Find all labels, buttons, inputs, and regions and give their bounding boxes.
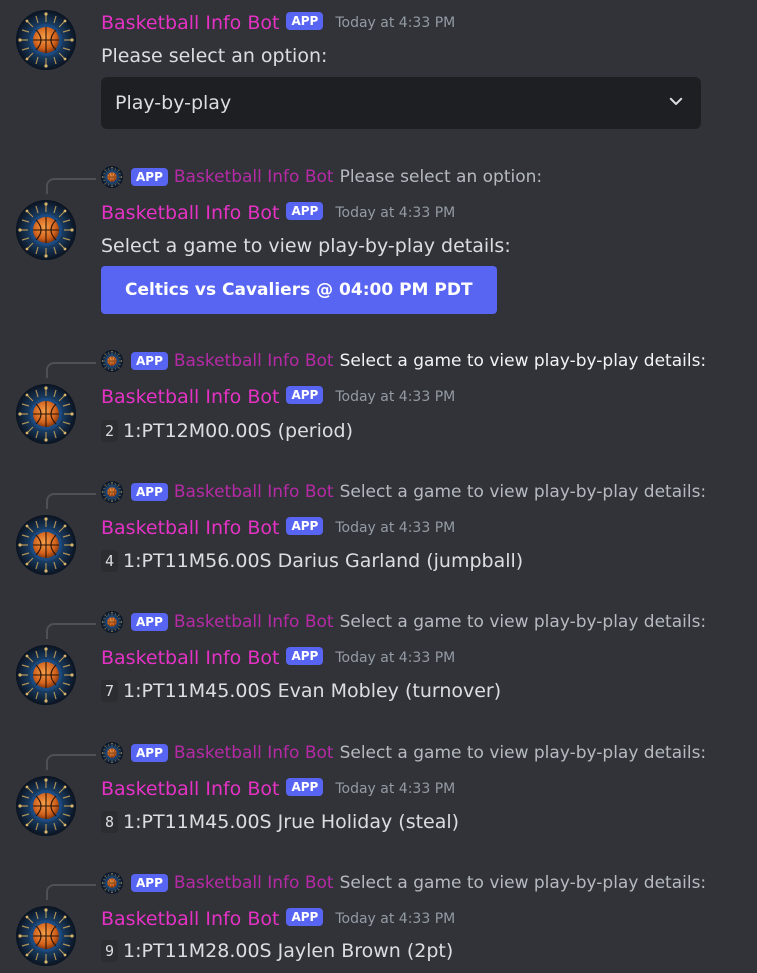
reply-spine [46, 754, 96, 770]
basketball-avatar-icon [101, 872, 123, 894]
basketball-avatar-icon [101, 611, 123, 633]
reply-username: Basketball Info Bot [173, 482, 334, 502]
username[interactable]: Basketball Info Bot [101, 907, 279, 931]
basketball-avatar-icon [101, 350, 123, 372]
timestamp: Today at 4:33 PM [335, 911, 456, 927]
event-description: 1:PT11M45.00S Jrue Holiday (steal) [123, 811, 460, 833]
reply-spine [46, 362, 96, 378]
reply-username: Basketball Info Bot [173, 351, 334, 371]
app-badge: APP [286, 647, 324, 665]
app-badge: APP [131, 168, 168, 186]
event-text: 7 1:PT11M45.00S Evan Mobley (turnover) [101, 678, 501, 704]
message-header: Basketball Info Bot APP Today at 4:33 PM [101, 646, 455, 670]
event-description: 1:PT11M28.00S Jaylen Brown (2pt) [123, 940, 454, 962]
reply-text: Select a game to view play-by-play detai… [339, 873, 707, 893]
basketball-avatar-icon[interactable] [16, 906, 76, 966]
basketball-avatar-icon [101, 166, 123, 188]
message-header: Basketball Info Bot APP Today at 4:33 PM [101, 201, 455, 225]
app-badge: APP [131, 352, 168, 370]
basketball-avatar-icon[interactable] [16, 10, 76, 70]
username[interactable]: Basketball Info Bot [101, 11, 279, 35]
reply-text: Select a game to view play-by-play detai… [339, 351, 707, 371]
reply-text: Select a game to view play-by-play detai… [339, 482, 707, 502]
app-badge: APP [286, 12, 324, 30]
event-number: 7 [101, 680, 119, 702]
reply-spine [46, 884, 96, 900]
select-value: Play-by-play [115, 92, 232, 114]
message-header: Basketball Info Bot APP Today at 4:33 PM [101, 11, 455, 35]
reply-username: Basketball Info Bot [173, 743, 334, 763]
message-header: Basketball Info Bot APP Today at 4:33 PM [101, 385, 455, 409]
app-badge: APP [131, 483, 168, 501]
reply-reference[interactable]: APP Basketball Info Bot Select a game to… [101, 872, 706, 894]
basketball-avatar-icon[interactable] [16, 200, 76, 260]
event-text: 9 1:PT11M28.00S Jaylen Brown (2pt) [101, 938, 453, 964]
reply-spine [46, 623, 96, 639]
reply-username: Basketball Info Bot [173, 167, 334, 187]
timestamp: Today at 4:33 PM [335, 389, 456, 405]
event-description: 1:PT12M00.00S (period) [123, 420, 353, 442]
timestamp: Today at 4:33 PM [335, 15, 456, 31]
reply-text: Please select an option: [339, 167, 543, 187]
username[interactable]: Basketball Info Bot [101, 385, 279, 409]
basketball-avatar-icon[interactable] [16, 384, 76, 444]
app-badge: APP [131, 613, 168, 631]
app-badge: APP [131, 874, 168, 892]
basketball-avatar-icon [101, 481, 123, 503]
reply-spine [46, 493, 96, 509]
event-number: 9 [101, 940, 119, 962]
timestamp: Today at 4:33 PM [335, 520, 456, 536]
event-description: 1:PT11M56.00S Darius Garland (jumpball) [123, 550, 524, 572]
message-header: Basketball Info Bot APP Today at 4:33 PM [101, 907, 455, 931]
event-description: 1:PT11M45.00S Evan Mobley (turnover) [123, 680, 502, 702]
reply-username: Basketball Info Bot [173, 612, 334, 632]
basketball-avatar-icon [101, 742, 123, 764]
event-text: 4 1:PT11M56.00S Darius Garland (jumpball) [101, 548, 523, 574]
event-number: 8 [101, 811, 119, 833]
reply-spine [46, 178, 96, 194]
reply-text: Select a game to view play-by-play detai… [339, 743, 707, 763]
reply-reference[interactable]: APP Basketball Info Bot Select a game to… [101, 611, 706, 633]
basketball-avatar-icon[interactable] [16, 515, 76, 575]
timestamp: Today at 4:33 PM [335, 781, 456, 797]
option-select[interactable]: Play-by-play [101, 77, 701, 129]
chevron-down-icon [667, 92, 685, 115]
username[interactable]: Basketball Info Bot [101, 201, 279, 225]
message-text: Please select an option: [101, 45, 328, 67]
basketball-avatar-icon[interactable] [16, 776, 76, 836]
message-text: Select a game to view play-by-play detai… [101, 235, 511, 257]
username[interactable]: Basketball Info Bot [101, 646, 279, 670]
basketball-avatar-icon[interactable] [16, 645, 76, 705]
event-number: 2 [101, 420, 119, 442]
message-header: Basketball Info Bot APP Today at 4:33 PM [101, 777, 455, 801]
app-badge: APP [286, 202, 324, 220]
reply-reference[interactable]: APP Basketball Info Bot Select a game to… [101, 481, 706, 503]
reply-username: Basketball Info Bot [173, 873, 334, 893]
reply-reference[interactable]: APP Basketball Info Bot Please select an… [101, 166, 542, 188]
username[interactable]: Basketball Info Bot [101, 516, 279, 540]
username[interactable]: Basketball Info Bot [101, 777, 279, 801]
event-text: 2 1:PT12M00.00S (period) [101, 418, 353, 444]
app-badge: APP [286, 386, 324, 404]
message-header: Basketball Info Bot APP Today at 4:33 PM [101, 516, 455, 540]
reply-reference[interactable]: APP Basketball Info Bot Select a game to… [101, 742, 706, 764]
event-number: 4 [101, 550, 119, 572]
reply-text: Select a game to view play-by-play detai… [339, 612, 707, 632]
app-badge: APP [286, 517, 324, 535]
reply-reference[interactable]: APP Basketball Info Bot Select a game to… [101, 350, 706, 372]
app-badge: APP [286, 778, 324, 796]
timestamp: Today at 4:33 PM [335, 205, 456, 221]
game-select-button[interactable]: Celtics vs Cavaliers @ 04:00 PM PDT [101, 266, 497, 314]
event-text: 8 1:PT11M45.00S Jrue Holiday (steal) [101, 809, 459, 835]
timestamp: Today at 4:33 PM [335, 650, 456, 666]
app-badge: APP [286, 908, 324, 926]
app-badge: APP [131, 744, 168, 762]
